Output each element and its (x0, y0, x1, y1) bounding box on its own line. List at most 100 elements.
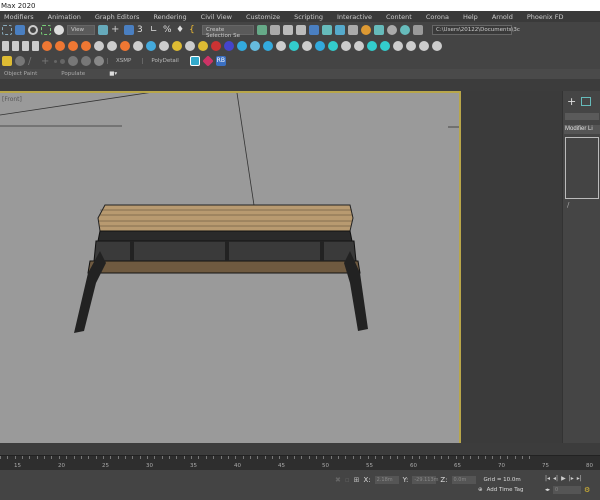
plugin-tool-28-icon[interactable] (341, 41, 351, 51)
dot-small-icon[interactable] (54, 59, 57, 63)
key-mode-icon[interactable]: ◂▸ (545, 487, 550, 493)
time-config-icon[interactable]: ⚙ (584, 486, 590, 494)
dot-xl-icon[interactable] (81, 56, 91, 66)
scene-explorer-icon[interactable] (283, 25, 293, 35)
view-dropdown[interactable]: View (67, 25, 95, 35)
menu-help[interactable]: Help (463, 13, 478, 21)
tab-object-paint[interactable]: Object Paint (4, 71, 37, 77)
plugin-tool-6-icon[interactable] (55, 41, 65, 51)
menu-civil-view[interactable]: Civil View (201, 13, 232, 21)
plugin-tool-2-icon[interactable] (12, 41, 19, 51)
plugin-tool-19-icon[interactable] (224, 41, 234, 51)
lock-icon[interactable]: ▫ (345, 476, 350, 484)
time-slider-track[interactable]: 15 20 25 30 35 40 45 50 55 60 65 70 75 80 (0, 455, 600, 470)
align-icon[interactable] (270, 25, 280, 35)
menu-rendering[interactable]: Rendering (153, 13, 186, 21)
prev-frame-icon[interactable]: ◂| (553, 475, 558, 482)
plugin-tool-29-icon[interactable] (354, 41, 364, 51)
menu-graph-editors[interactable]: Graph Editors (95, 13, 140, 21)
next-frame-icon[interactable]: |▸ (569, 475, 574, 482)
plugin-tool-32-icon[interactable] (393, 41, 403, 51)
go-to-start-icon[interactable]: |◂ (545, 475, 550, 482)
dot-large-icon[interactable] (68, 56, 78, 66)
layer-explorer-icon[interactable] (296, 25, 306, 35)
pin-stack-icon[interactable]: / (567, 201, 569, 209)
plugin-tool-30-icon[interactable] (367, 41, 377, 51)
object-name-field[interactable] (565, 113, 599, 120)
menu-arnold[interactable]: Arnold (492, 13, 513, 21)
render-active-icon[interactable] (400, 25, 410, 35)
plugin-tool-27-icon[interactable] (328, 41, 338, 51)
plugin-tool-17-icon[interactable] (198, 41, 208, 51)
curve-editor-icon[interactable] (322, 25, 332, 35)
gem-plugin-icon[interactable] (202, 55, 214, 67)
tab-populate[interactable]: Populate (61, 71, 85, 77)
move-icon[interactable] (15, 25, 25, 35)
time-tag-icon[interactable]: ⊕ (478, 487, 483, 493)
play-icon[interactable]: ▶ (561, 475, 566, 482)
plugin-tool-7-icon[interactable] (68, 41, 78, 51)
menu-animation[interactable]: Animation (48, 13, 81, 21)
go-to-end-icon[interactable]: ▸| (577, 475, 582, 482)
absolute-mode-icon[interactable]: ⊞ (354, 476, 360, 484)
menu-content[interactable]: Content (386, 13, 412, 21)
plugin-tool-14-icon[interactable] (159, 41, 169, 51)
viewport-front[interactable]: [Front] (0, 91, 461, 443)
plugin-tool-26-icon[interactable] (315, 41, 325, 51)
plugin-tool-15-icon[interactable] (172, 41, 182, 51)
schematic-view-icon[interactable] (335, 25, 345, 35)
isolate-icon[interactable]: ✖ (335, 476, 341, 484)
brush-icon[interactable]: / (28, 56, 38, 67)
menu-modifiers[interactable]: Modifiers (4, 13, 34, 21)
mirror-icon[interactable] (257, 25, 267, 35)
menu-interactive[interactable]: Interactive (337, 13, 372, 21)
edit-named-selection-icon[interactable]: { (189, 25, 199, 35)
plugin-tool-33-icon[interactable] (406, 41, 416, 51)
layers-icon[interactable] (15, 56, 25, 66)
snap-3d-icon[interactable]: 3 (137, 25, 147, 35)
plugin-tool-31-icon[interactable] (380, 41, 390, 51)
plugin-tool-5-icon[interactable] (42, 41, 52, 51)
render-teapot-icon[interactable] (387, 25, 397, 35)
plugin-tool-25-icon[interactable] (302, 41, 312, 51)
dot-medium-icon[interactable] (60, 58, 65, 64)
material-editor-icon[interactable] (348, 25, 358, 35)
plugin-tool-23-icon[interactable] (276, 41, 286, 51)
box-plugin-icon[interactable] (189, 56, 200, 66)
z-coordinate-field[interactable]: 0.0m (451, 476, 476, 484)
ribbon-toggle-icon[interactable] (309, 25, 319, 35)
rotate-icon[interactable] (28, 25, 38, 35)
x-coordinate-field[interactable]: 2.18m (374, 476, 399, 484)
scale-icon[interactable] (41, 25, 51, 35)
polydetail-button[interactable]: PolyDetail (142, 58, 186, 64)
percent-snap-icon[interactable]: % (163, 25, 173, 35)
plugin-tool-1-icon[interactable] (2, 41, 9, 51)
dot-xxl-icon[interactable] (94, 56, 104, 66)
plugin-tool-11-icon[interactable] (120, 41, 130, 51)
plugin-tool-10-icon[interactable] (107, 41, 117, 51)
plugin-tool-24-icon[interactable] (289, 41, 299, 51)
plugin-tool-20-icon[interactable] (237, 41, 247, 51)
project-path-field[interactable]: C:\Users\20122\Documents\3c (432, 25, 520, 35)
ribbon-options-icon[interactable]: ■▾ (109, 71, 117, 77)
plugin-tool-35-icon[interactable] (432, 41, 442, 51)
modifier-list-dropdown[interactable]: Modifier Li (564, 125, 600, 134)
menu-corona[interactable]: Corona (426, 13, 449, 21)
grid-icon[interactable] (413, 25, 423, 35)
plugin-tool-18-icon[interactable] (211, 41, 221, 51)
plus-icon[interactable]: + (41, 56, 51, 67)
menu-scripting[interactable]: Scripting (294, 13, 323, 21)
y-coordinate-field[interactable]: -29.113m (412, 476, 439, 484)
plugin-tool-3-icon[interactable] (22, 41, 29, 51)
placement-icon[interactable] (54, 25, 64, 35)
rb-button[interactable]: RB (215, 56, 226, 66)
spinner-snap-icon[interactable]: ♦ (176, 25, 186, 35)
plugin-tool-12-icon[interactable] (133, 41, 143, 51)
plugin-tool-9-icon[interactable] (94, 41, 104, 51)
modify-tab-icon[interactable] (581, 97, 591, 106)
pivot-icon[interactable] (98, 25, 108, 35)
menu-customize[interactable]: Customize (246, 13, 280, 21)
plugin-tool-4-icon[interactable] (32, 41, 39, 51)
plugin-tool-8-icon[interactable] (81, 41, 91, 51)
menu-phoenix-fd[interactable]: Phoenix FD (527, 13, 564, 21)
